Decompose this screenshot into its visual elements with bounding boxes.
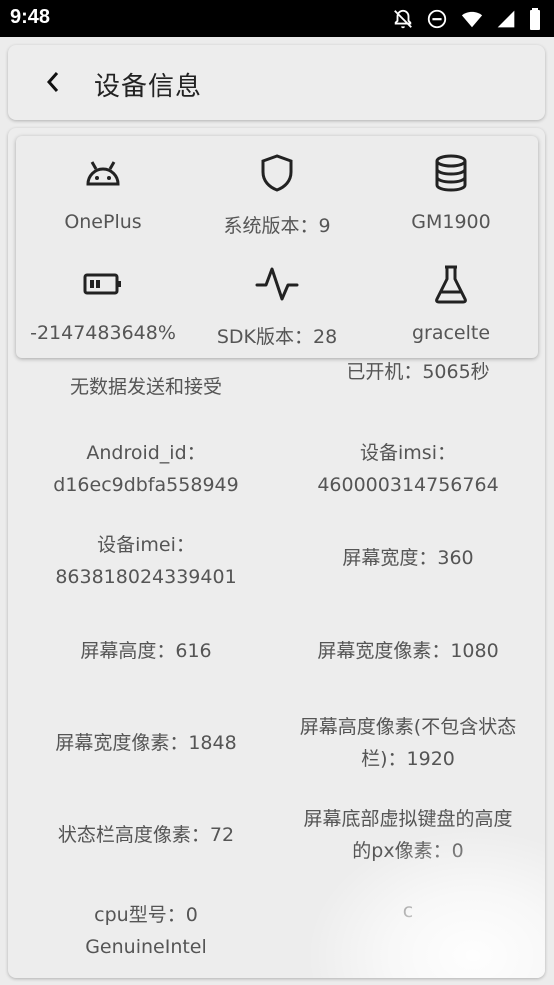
- database-icon: [435, 154, 467, 192]
- chevron-left-icon: [46, 72, 59, 92]
- notifications-off-icon: [394, 9, 412, 29]
- flask-icon: [435, 265, 467, 304]
- activity-icon: [255, 267, 299, 301]
- nav-bar-height-text: 屏幕底部虚拟键盘的高度 的px像素：0: [303, 808, 513, 862]
- tile-sdk: SDK版本：28: [190, 264, 364, 349]
- screen-height-px-text: 屏幕高度像素(不包含状态 栏)：1920: [299, 716, 517, 770]
- screen-height-text: 屏幕高度：616: [80, 640, 212, 662]
- tile-model: GM1900: [364, 153, 538, 233]
- do-not-disturb-icon: [427, 9, 447, 29]
- tile-brand-label: OnePlus: [64, 211, 142, 233]
- status-icons: [392, 7, 542, 31]
- device-summary-card: OnePlus 系统版本：9 GM1900 -2147483648% SDK版本…: [16, 136, 538, 358]
- wifi-icon: [461, 11, 483, 28]
- tile-brand: OnePlus: [16, 153, 190, 233]
- battery-icon: [83, 273, 121, 295]
- tile-sdk-label: SDK版本：28: [216, 326, 338, 348]
- tile-product-label: gracelte: [411, 322, 491, 344]
- info-peek-right: 已开机：5065秒: [346, 361, 490, 383]
- screen-width-px-text: 屏幕宽度像素：1080: [317, 640, 499, 662]
- status-bar-height-text: 状态栏高度像素：72: [57, 824, 235, 846]
- back-button[interactable]: [38, 67, 68, 97]
- tile-model-label: GM1900: [411, 211, 491, 233]
- cpu-model-text: cpu型号：0 GenuineIntel: [85, 904, 207, 958]
- status-time: 9:48: [10, 6, 51, 28]
- tile-os-version: 系统版本：9: [190, 153, 364, 238]
- screen-width-px-2-text: 屏幕宽度像素：1848: [55, 732, 237, 754]
- signal-icon: [497, 10, 515, 28]
- status-bar: 9:48: [0, 0, 554, 37]
- android-id-text: Android_id： d16ec9dbfa558949: [53, 442, 239, 496]
- tile-battery-label: -2147483648%: [30, 322, 176, 344]
- app-header: 设备信息: [8, 45, 545, 120]
- tile-battery: -2147483648%: [16, 264, 190, 344]
- info-peek-left: 无数据发送和接受: [69, 376, 222, 398]
- page-title: 设备信息: [94, 72, 203, 102]
- shield-icon: [261, 154, 293, 192]
- imei-text: 设备imei： 863818024339401: [55, 534, 237, 588]
- screen-width-text: 屏幕宽度：360: [342, 547, 474, 569]
- info-cut-text: c: [402, 900, 414, 922]
- tile-product: gracelte: [364, 264, 538, 344]
- battery-status-icon: [530, 8, 540, 30]
- tile-os-version-label: 系统版本：9: [223, 215, 331, 237]
- android-icon: [86, 161, 120, 186]
- imsi-text: 设备imsi： 460000314756764: [317, 442, 499, 496]
